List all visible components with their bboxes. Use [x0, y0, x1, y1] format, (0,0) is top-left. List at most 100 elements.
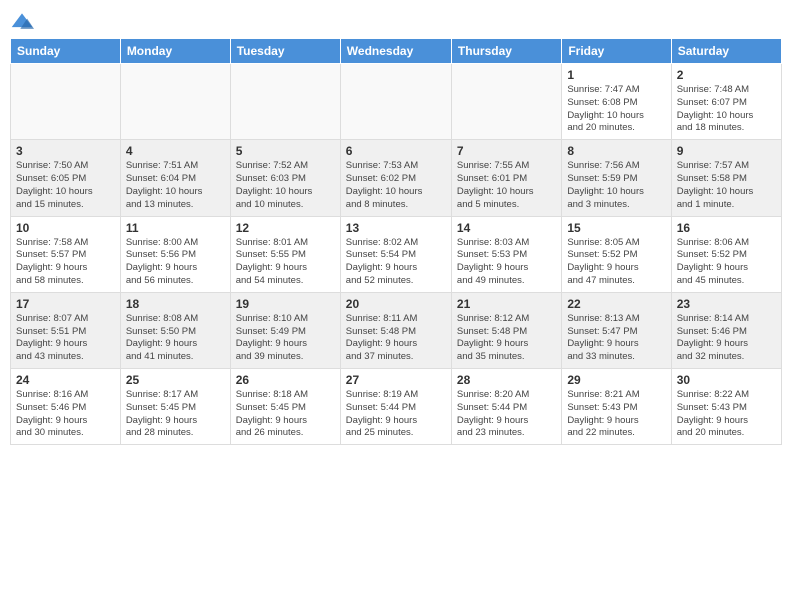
day-info: Sunrise: 8:12 AM Sunset: 5:48 PM Dayligh… — [457, 313, 556, 364]
day-info: Sunrise: 8:02 AM Sunset: 5:54 PM Dayligh… — [346, 237, 446, 288]
calendar-day-cell: 27 Sunrise: 8:19 AM Sunset: 5:44 PM Dayli… — [340, 369, 451, 445]
calendar-day-cell: 5 Sunrise: 7:52 AM Sunset: 6:03 PM Daylig… — [230, 140, 340, 216]
weekday-header-tuesday: Tuesday — [230, 39, 340, 64]
calendar-day-cell: 10 Sunrise: 7:58 AM Sunset: 5:57 PM Dayli… — [11, 216, 121, 292]
calendar-day-cell: 23 Sunrise: 8:14 AM Sunset: 5:46 PM Dayli… — [671, 292, 781, 368]
day-info: Sunrise: 8:14 AM Sunset: 5:46 PM Dayligh… — [677, 313, 776, 364]
calendar-day-cell: 1Sunrise: 7:47 AM Sunset: 6:08 PM Daylig… — [562, 64, 671, 140]
calendar-day-cell: 14 Sunrise: 8:03 AM Sunset: 5:53 PM Dayli… — [451, 216, 561, 292]
calendar-day-cell: 3 Sunrise: 7:50 AM Sunset: 6:05 PM Daylig… — [11, 140, 121, 216]
calendar-day-cell — [11, 64, 121, 140]
day-number: 5 — [236, 144, 335, 158]
day-info: Sunrise: 8:05 AM Sunset: 5:52 PM Dayligh… — [567, 237, 665, 288]
calendar-day-cell: 6 Sunrise: 7:53 AM Sunset: 6:02 PM Daylig… — [340, 140, 451, 216]
day-number: 30 — [677, 373, 776, 387]
calendar-week-row: 10 Sunrise: 7:58 AM Sunset: 5:57 PM Dayli… — [11, 216, 782, 292]
day-number: 3 — [16, 144, 115, 158]
weekday-header-monday: Monday — [120, 39, 230, 64]
day-info: Sunrise: 8:11 AM Sunset: 5:48 PM Dayligh… — [346, 313, 446, 364]
day-info: Sunrise: 7:48 AM Sunset: 6:07 PM Dayligh… — [677, 84, 776, 135]
day-number: 10 — [16, 221, 115, 235]
day-number: 27 — [346, 373, 446, 387]
day-number: 1 — [567, 68, 665, 82]
calendar-day-cell: 17 Sunrise: 8:07 AM Sunset: 5:51 PM Dayli… — [11, 292, 121, 368]
day-info: Sunrise: 8:10 AM Sunset: 5:49 PM Dayligh… — [236, 313, 335, 364]
day-info: Sunrise: 8:17 AM Sunset: 5:45 PM Dayligh… — [126, 389, 225, 440]
calendar-day-cell: 18 Sunrise: 8:08 AM Sunset: 5:50 PM Dayli… — [120, 292, 230, 368]
weekday-header-friday: Friday — [562, 39, 671, 64]
calendar-day-cell: 29Sunrise: 8:21 AM Sunset: 5:43 PM Dayli… — [562, 369, 671, 445]
weekday-header-wednesday: Wednesday — [340, 39, 451, 64]
calendar-week-row: 24 Sunrise: 8:16 AM Sunset: 5:46 PM Dayli… — [11, 369, 782, 445]
weekday-header-thursday: Thursday — [451, 39, 561, 64]
day-info: Sunrise: 8:13 AM Sunset: 5:47 PM Dayligh… — [567, 313, 665, 364]
calendar-day-cell — [451, 64, 561, 140]
calendar-week-row: 1Sunrise: 7:47 AM Sunset: 6:08 PM Daylig… — [11, 64, 782, 140]
day-number: 23 — [677, 297, 776, 311]
calendar-day-cell: 13 Sunrise: 8:02 AM Sunset: 5:54 PM Dayli… — [340, 216, 451, 292]
logo — [10, 10, 36, 34]
day-info: Sunrise: 8:20 AM Sunset: 5:44 PM Dayligh… — [457, 389, 556, 440]
day-number: 12 — [236, 221, 335, 235]
calendar-week-row: 3 Sunrise: 7:50 AM Sunset: 6:05 PM Daylig… — [11, 140, 782, 216]
day-info: Sunrise: 8:06 AM Sunset: 5:52 PM Dayligh… — [677, 237, 776, 288]
day-number: 28 — [457, 373, 556, 387]
calendar-day-cell: 2 Sunrise: 7:48 AM Sunset: 6:07 PM Daylig… — [671, 64, 781, 140]
day-number: 13 — [346, 221, 446, 235]
day-info: Sunrise: 7:52 AM Sunset: 6:03 PM Dayligh… — [236, 160, 335, 211]
calendar-day-cell: 20Sunrise: 8:11 AM Sunset: 5:48 PM Dayli… — [340, 292, 451, 368]
day-info: Sunrise: 7:58 AM Sunset: 5:57 PM Dayligh… — [16, 237, 115, 288]
weekday-header-sunday: Sunday — [11, 39, 121, 64]
calendar-day-cell: 25Sunrise: 8:17 AM Sunset: 5:45 PM Dayli… — [120, 369, 230, 445]
day-number: 9 — [677, 144, 776, 158]
day-info: Sunrise: 7:55 AM Sunset: 6:01 PM Dayligh… — [457, 160, 556, 211]
calendar-day-cell: 9 Sunrise: 7:57 AM Sunset: 5:58 PM Daylig… — [671, 140, 781, 216]
day-info: Sunrise: 8:16 AM Sunset: 5:46 PM Dayligh… — [16, 389, 115, 440]
day-info: Sunrise: 7:50 AM Sunset: 6:05 PM Dayligh… — [16, 160, 115, 211]
day-info: Sunrise: 8:19 AM Sunset: 5:44 PM Dayligh… — [346, 389, 446, 440]
day-number: 18 — [126, 297, 225, 311]
day-number: 11 — [126, 221, 225, 235]
day-info: Sunrise: 8:18 AM Sunset: 5:45 PM Dayligh… — [236, 389, 335, 440]
calendar-day-cell: 11Sunrise: 8:00 AM Sunset: 5:56 PM Dayli… — [120, 216, 230, 292]
calendar-day-cell — [230, 64, 340, 140]
day-info: Sunrise: 7:57 AM Sunset: 5:58 PM Dayligh… — [677, 160, 776, 211]
day-number: 2 — [677, 68, 776, 82]
day-number: 19 — [236, 297, 335, 311]
weekday-header-saturday: Saturday — [671, 39, 781, 64]
page-header — [10, 10, 782, 34]
calendar-week-row: 17 Sunrise: 8:07 AM Sunset: 5:51 PM Dayli… — [11, 292, 782, 368]
day-info: Sunrise: 7:51 AM Sunset: 6:04 PM Dayligh… — [126, 160, 225, 211]
calendar-day-cell: 15Sunrise: 8:05 AM Sunset: 5:52 PM Dayli… — [562, 216, 671, 292]
day-info: Sunrise: 8:21 AM Sunset: 5:43 PM Dayligh… — [567, 389, 665, 440]
day-number: 26 — [236, 373, 335, 387]
calendar-day-cell: 30Sunrise: 8:22 AM Sunset: 5:43 PM Dayli… — [671, 369, 781, 445]
day-info: Sunrise: 8:01 AM Sunset: 5:55 PM Dayligh… — [236, 237, 335, 288]
calendar-day-cell: 4 Sunrise: 7:51 AM Sunset: 6:04 PM Daylig… — [120, 140, 230, 216]
calendar-day-cell: 7 Sunrise: 7:55 AM Sunset: 6:01 PM Daylig… — [451, 140, 561, 216]
day-number: 7 — [457, 144, 556, 158]
calendar-day-cell: 24 Sunrise: 8:16 AM Sunset: 5:46 PM Dayli… — [11, 369, 121, 445]
day-number: 8 — [567, 144, 665, 158]
day-number: 6 — [346, 144, 446, 158]
day-number: 14 — [457, 221, 556, 235]
day-number: 21 — [457, 297, 556, 311]
calendar-day-cell: 22 Sunrise: 8:13 AM Sunset: 5:47 PM Dayli… — [562, 292, 671, 368]
day-info: Sunrise: 8:08 AM Sunset: 5:50 PM Dayligh… — [126, 313, 225, 364]
logo-icon — [10, 10, 34, 34]
calendar-day-cell: 12 Sunrise: 8:01 AM Sunset: 5:55 PM Dayli… — [230, 216, 340, 292]
day-info: Sunrise: 8:07 AM Sunset: 5:51 PM Dayligh… — [16, 313, 115, 364]
calendar-day-cell — [340, 64, 451, 140]
calendar-day-cell: 16 Sunrise: 8:06 AM Sunset: 5:52 PM Dayli… — [671, 216, 781, 292]
day-number: 16 — [677, 221, 776, 235]
calendar-day-cell: 21 Sunrise: 8:12 AM Sunset: 5:48 PM Dayli… — [451, 292, 561, 368]
day-info: Sunrise: 7:53 AM Sunset: 6:02 PM Dayligh… — [346, 160, 446, 211]
day-number: 24 — [16, 373, 115, 387]
day-number: 4 — [126, 144, 225, 158]
day-number: 22 — [567, 297, 665, 311]
day-info: Sunrise: 7:56 AM Sunset: 5:59 PM Dayligh… — [567, 160, 665, 211]
day-number: 17 — [16, 297, 115, 311]
calendar-day-cell: 26 Sunrise: 8:18 AM Sunset: 5:45 PM Dayli… — [230, 369, 340, 445]
day-info: Sunrise: 8:03 AM Sunset: 5:53 PM Dayligh… — [457, 237, 556, 288]
calendar-day-cell: 19 Sunrise: 8:10 AM Sunset: 5:49 PM Dayli… — [230, 292, 340, 368]
